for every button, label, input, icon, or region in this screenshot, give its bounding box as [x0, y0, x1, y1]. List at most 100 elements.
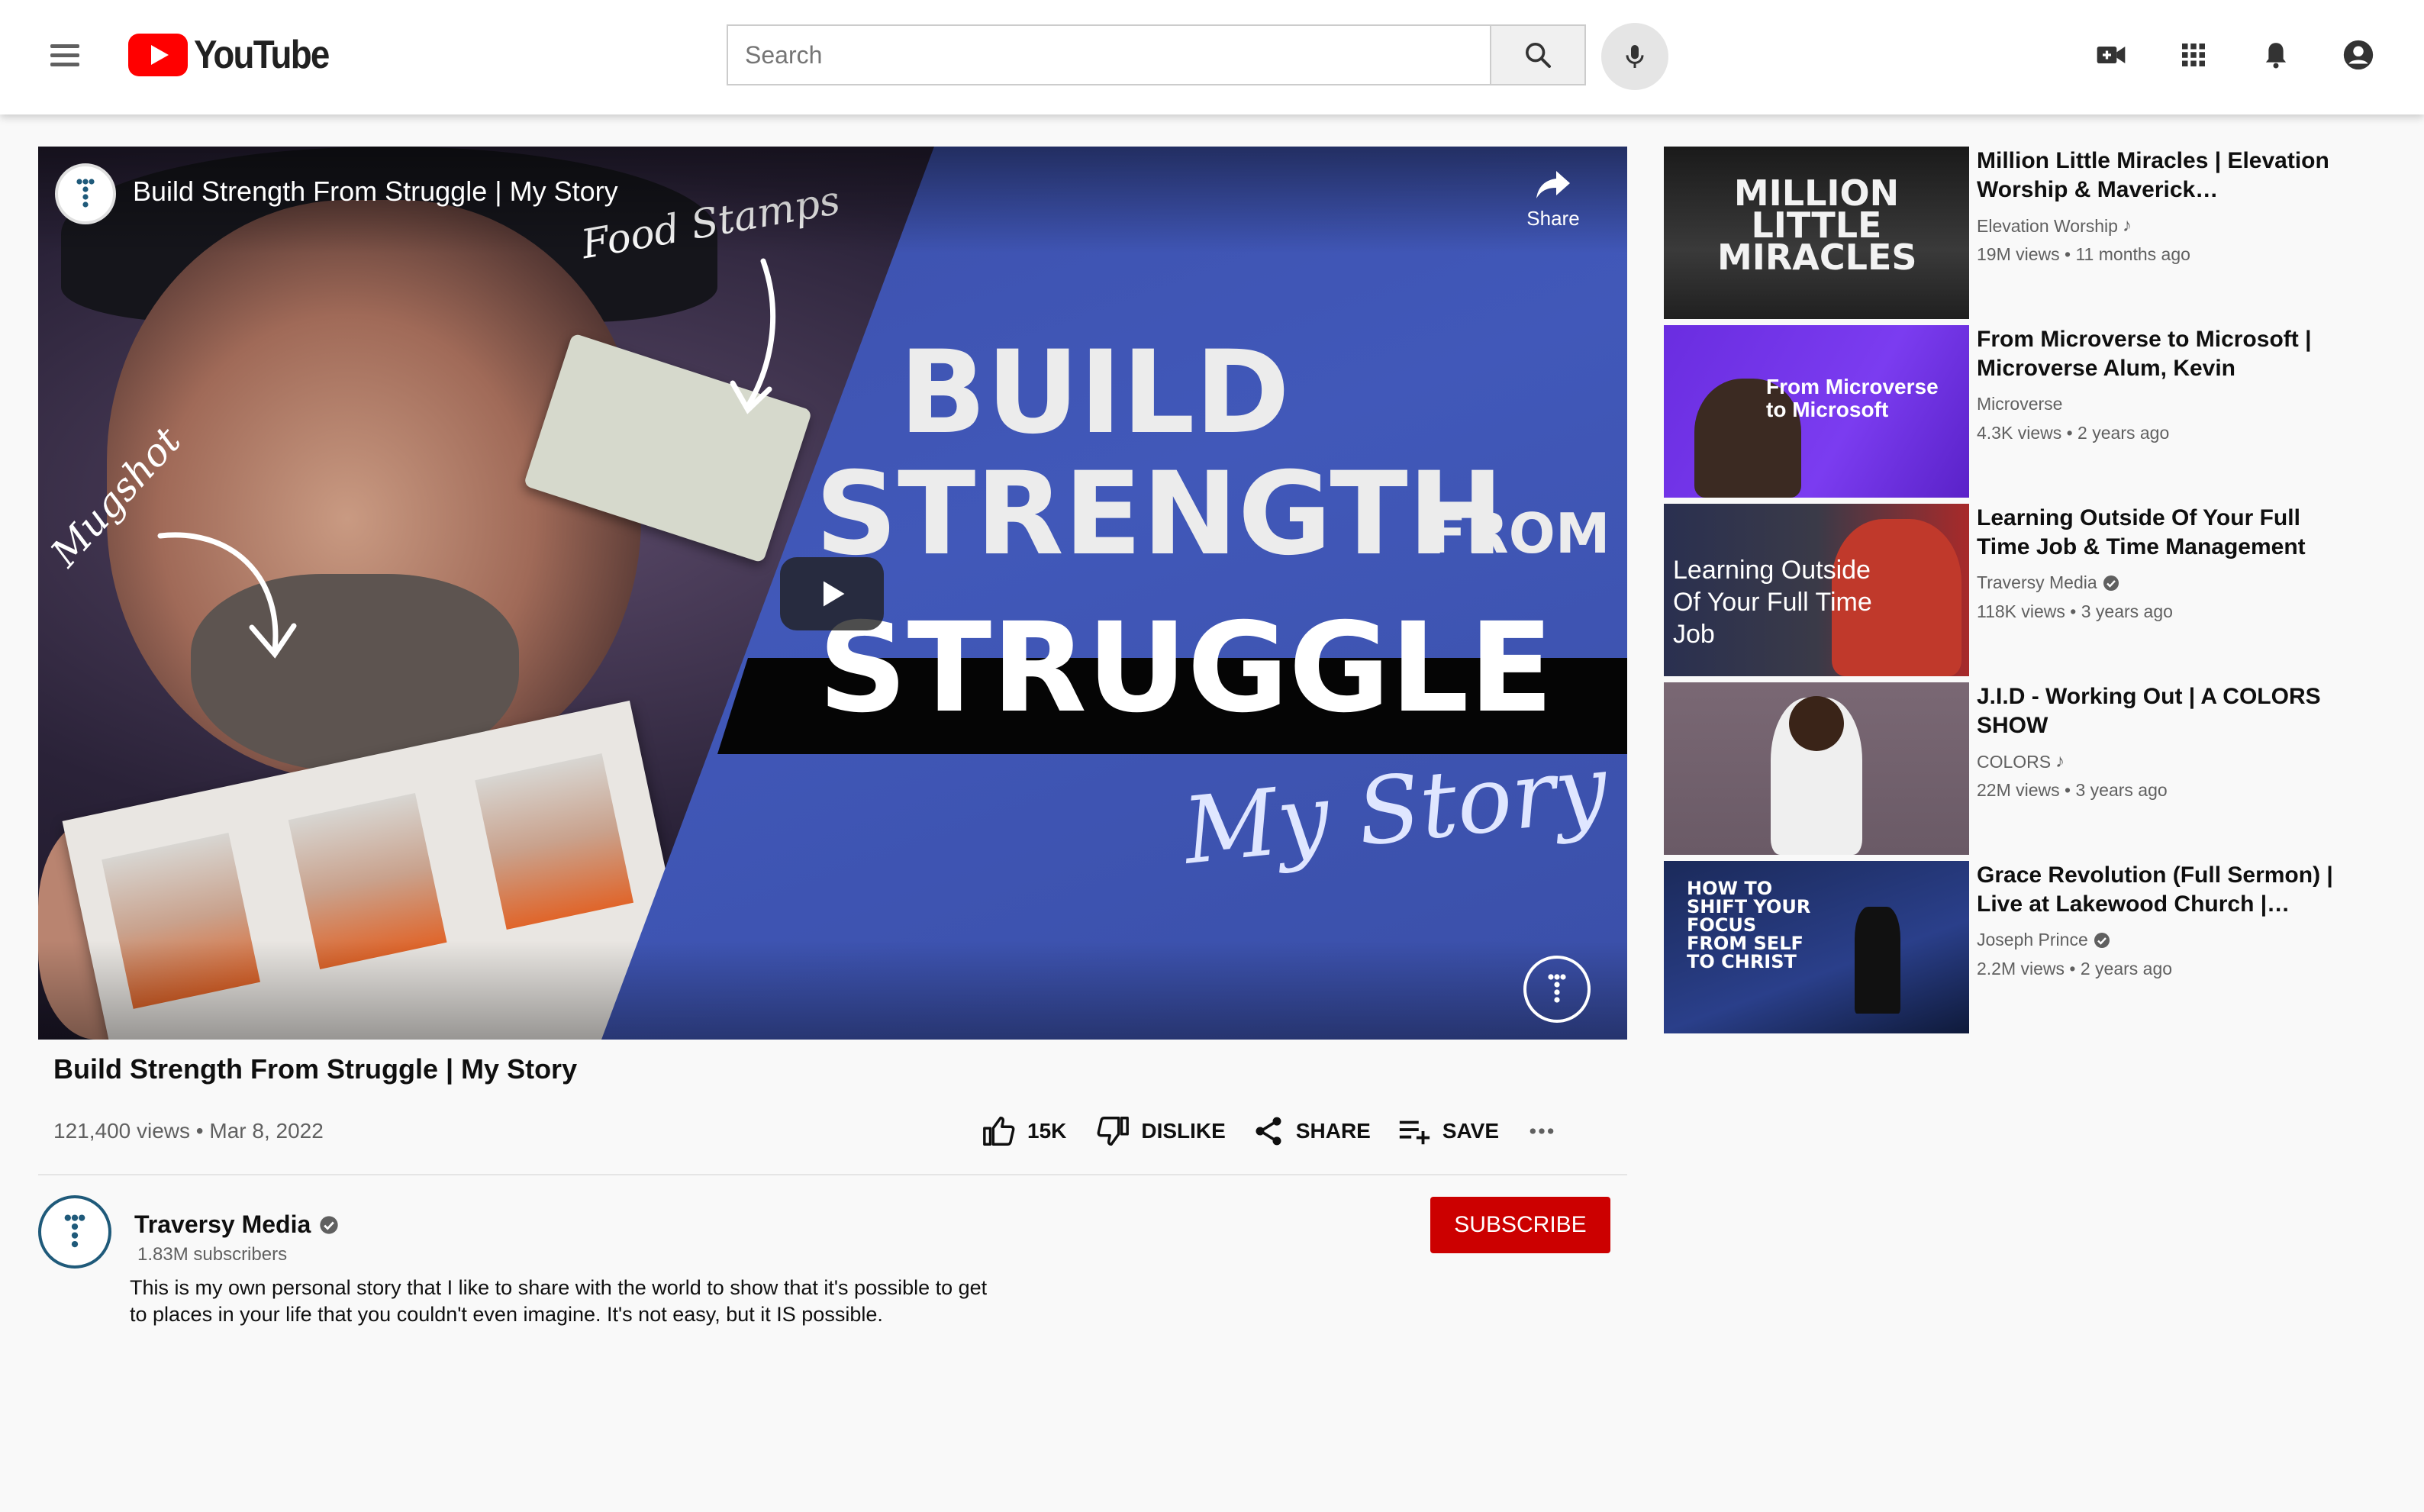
music-note-icon: ♪: [2055, 751, 2065, 772]
thumbs-up-icon: [983, 1117, 1015, 1146]
save-label: SAVE: [1442, 1119, 1500, 1143]
share-icon: [1256, 1117, 1281, 1146]
recommendation-channel: COLORS ♪: [1977, 751, 2065, 772]
recommendation-channel: Traversy Media: [1977, 572, 2120, 593]
youtube-logo[interactable]: YouTube: [128, 32, 347, 78]
video-title: Build Strength From Struggle | My Story: [53, 1053, 578, 1085]
recommendation-thumbnail: [1664, 682, 1969, 855]
divider: [38, 1174, 1627, 1175]
recommendation-title: Million Little Miracles | Elevation Wors…: [1977, 148, 2329, 202]
recommendation-channel: Elevation Worship ♪: [1977, 215, 2132, 237]
verified-check-icon: [2094, 932, 2110, 948]
thumbnail-person-head: [1789, 696, 1844, 751]
hamburger-menu-icon[interactable]: [46, 37, 85, 76]
subscriber-count: 1.83M subscribers: [137, 1244, 288, 1265]
video-description: This is my own personal story that I lik…: [130, 1276, 988, 1326]
recommendation-stats: 4.3K views • 2 years ago: [1977, 423, 2170, 443]
search-bar: [727, 24, 1586, 85]
recommendation-channel-name: Joseph Prince: [1977, 930, 2088, 949]
thumbnail-person: [1855, 907, 1900, 1014]
traversy-logo-icon: [64, 1214, 85, 1248]
recommendation-title: Learning Outside Of Your Full Time Job &…: [1977, 505, 2306, 559]
channel-name-text: Traversy Media: [134, 1211, 311, 1238]
recommendation-channel: Microverse: [1977, 394, 2062, 414]
recommendation-item[interactable]: J.I.D - Working Out | A COLORS SHOW COLO…: [1664, 682, 2366, 855]
youtube-play-logo-icon: [128, 34, 188, 76]
share-label: SHARE: [1295, 1119, 1371, 1143]
recommendation-title: From Microverse to Microsoft | Microvers…: [1977, 327, 2312, 381]
thumbnail-title-line2: STRENGTH: [815, 448, 1504, 581]
search-input[interactable]: [727, 24, 1490, 85]
player-share-label: Share: [1526, 207, 1580, 230]
voice-search-button[interactable]: [1601, 23, 1668, 90]
channel-name[interactable]: Traversy Media: [134, 1211, 340, 1239]
recommendation-thumbnail: HOW TO SHIFT YOUR FOCUS FROM SELF TO CHR…: [1664, 861, 1969, 1033]
recommendation-stats: 22M views • 3 years ago: [1977, 780, 2168, 800]
dislike-button[interactable]: DISLIKE: [1095, 1114, 1226, 1149]
top-header: YouTube: [0, 0, 2424, 114]
notifications-bell-icon[interactable]: [2253, 32, 2299, 78]
recommendation-item[interactable]: HOW TO SHIFT YOUR FOCUS FROM SELF TO CHR…: [1664, 861, 2366, 1033]
microphone-icon: [1626, 45, 1644, 68]
recommendation-stats: 2.2M views • 2 years ago: [1977, 959, 2173, 978]
play-icon: [824, 581, 845, 607]
video-player[interactable]: Food Stamps Mugshot BUILD STRENGTH FROM …: [38, 147, 1627, 1040]
subscribe-button[interactable]: SUBSCRIBE: [1430, 1197, 1610, 1253]
recommendation-item[interactable]: From Microverse to Microsoft From Microv…: [1664, 325, 2366, 498]
thumbnail-title-from: FROM: [1429, 501, 1610, 566]
dislike-label: DISLIKE: [1141, 1119, 1226, 1143]
recommendation-thumbnail: From Microverse to Microsoft: [1664, 325, 1969, 498]
player-bottom-shade: [38, 940, 1627, 1040]
more-horizontal-icon: [1530, 1128, 1554, 1134]
recommendation-item[interactable]: MILLION LITTLE MIRACLES Million Little M…: [1664, 147, 2366, 319]
player-video-title[interactable]: Build Strength From Struggle | My Story: [133, 176, 618, 208]
thumbnail-arrow-icon: [730, 258, 776, 414]
share-arrow-icon: [1536, 171, 1570, 198]
recommendation-item[interactable]: Learning Outside Of Your Full Time Job L…: [1664, 504, 2366, 676]
thumbnail-text: Learning Outside Of Your Full Time Job: [1673, 556, 1872, 649]
recommendation-channel-name: Microverse: [1977, 394, 2063, 414]
video-actions: 15K DISLIKE SHARE SAVE: [982, 1108, 1568, 1154]
mugshot-photo: [475, 753, 634, 930]
music-note-icon: ♪: [2122, 215, 2132, 236]
like-count: 15K: [1027, 1119, 1067, 1143]
channel-avatar[interactable]: [38, 1195, 111, 1269]
recommendation-thumbnail: Learning Outside Of Your Full Time Job: [1664, 504, 1969, 676]
search-icon: [1526, 43, 1551, 68]
logo-text: YouTube: [194, 33, 330, 77]
recommendation-stats: 118K views • 3 years ago: [1977, 601, 2173, 621]
recommendation-title: J.I.D - Working Out | A COLORS SHOW: [1977, 684, 2321, 738]
traversy-logo-icon: [1548, 974, 1566, 1003]
thumbnail-title-line3: STRUGGLE: [818, 597, 1554, 740]
verified-check-icon: [2103, 575, 2119, 591]
thumbnail-text: MILLION LITTLE MIRACLES: [1717, 172, 1917, 278]
account-avatar-icon[interactable]: [2335, 32, 2381, 78]
thumbnail-text: From Microverse to Microsoft: [1766, 375, 1939, 421]
recommendation-channel-name: Traversy Media: [1977, 572, 2097, 592]
search-button[interactable]: [1490, 24, 1586, 85]
recommendation-title: Grace Revolution (Full Sermon) | Live at…: [1977, 862, 2333, 917]
like-button[interactable]: 15K: [982, 1114, 1066, 1149]
channel-watermark[interactable]: [1523, 956, 1591, 1023]
recommendation-channel-name: COLORS: [1977, 751, 2052, 772]
play-button[interactable]: [780, 557, 884, 630]
thumbs-down-icon: [1097, 1117, 1130, 1146]
recommendation-channel: Joseph Prince: [1977, 930, 2111, 950]
recommendation-stats: 19M views • 11 months ago: [1977, 244, 2190, 264]
verified-check-icon: [320, 1215, 338, 1234]
apps-grid-icon[interactable]: [2171, 32, 2216, 78]
traversy-logo-icon: [76, 179, 95, 208]
player-share-button[interactable]: Share: [1519, 168, 1588, 231]
share-button[interactable]: SHARE: [1252, 1114, 1371, 1148]
recommendation-thumbnail: MILLION LITTLE MIRACLES: [1664, 147, 1969, 319]
thumbnail-title-line1: BUILD: [899, 327, 1291, 459]
create-video-icon[interactable]: [2088, 32, 2134, 78]
player-channel-avatar[interactable]: [55, 163, 116, 224]
video-views-date: 121,400 views • Mar 8, 2022: [53, 1119, 324, 1143]
more-actions-button[interactable]: [1526, 1116, 1568, 1146]
playlist-add-icon: [1399, 1120, 1430, 1145]
thumbnail-text: HOW TO SHIFT YOUR FOCUS FROM SELF TO CHR…: [1687, 878, 1811, 972]
thumbnail-arrow-icon: [157, 532, 297, 659]
save-button[interactable]: SAVE: [1397, 1114, 1499, 1149]
recommendation-channel-name: Elevation Worship: [1977, 215, 2118, 236]
